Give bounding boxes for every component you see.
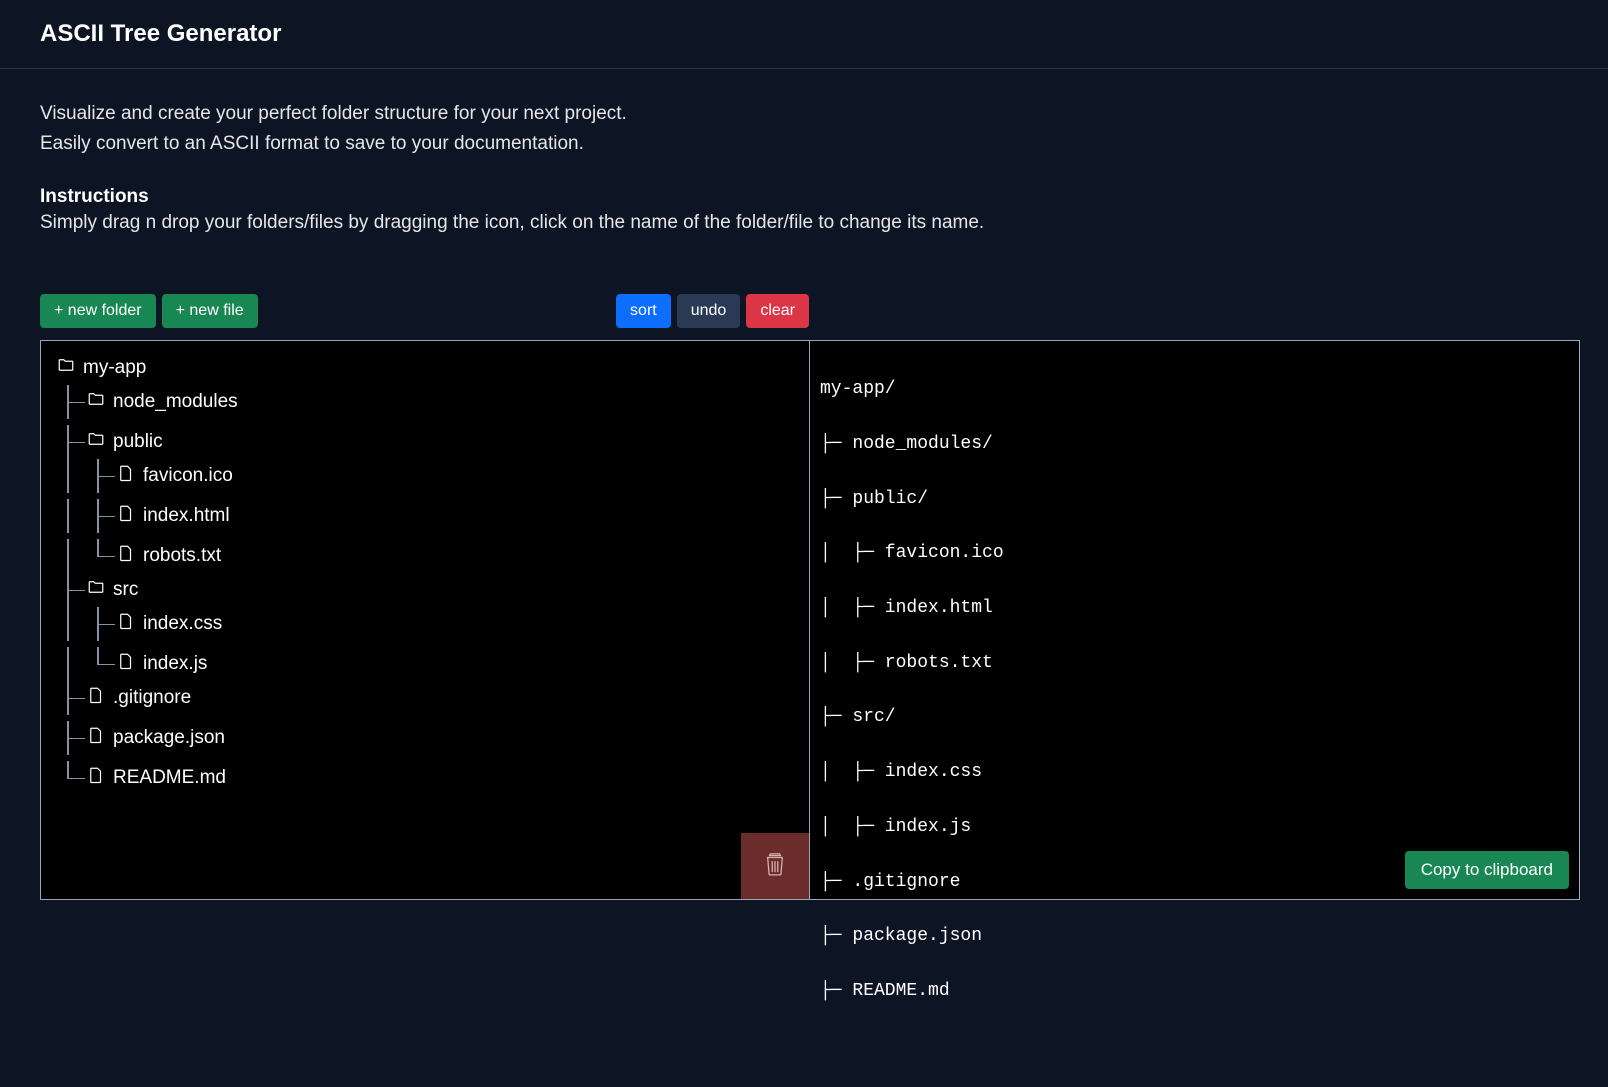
instructions-body: Simply drag n drop your folders/files by… [40, 212, 1568, 234]
folder-icon [87, 430, 105, 454]
tree-item-file[interactable]: README.md [57, 761, 793, 795]
tree-editor-panel: my-app node_modules public [41, 341, 810, 899]
copy-to-clipboard-button[interactable]: Copy to clipboard [1405, 851, 1569, 889]
ascii-output-panel: my-app/ ├─ node_modules/ ├─ public/ │ ├─… [810, 341, 1579, 899]
folder-icon [87, 578, 105, 602]
ascii-line: ├─ package.json [820, 923, 1569, 950]
new-file-button[interactable]: + new file [162, 294, 258, 328]
tree-label[interactable]: public [113, 431, 163, 453]
folder-icon [57, 356, 75, 380]
tree-item-folder[interactable]: public [57, 425, 793, 459]
instructions-heading: Instructions [40, 186, 1568, 208]
ascii-line: │ ├─ index.js [820, 814, 1569, 841]
tree-label[interactable]: README.md [113, 767, 226, 789]
ascii-line: my-app/ [820, 376, 1569, 403]
ascii-line: ├─ src/ [820, 704, 1569, 731]
tree-item-folder[interactable]: src [57, 573, 793, 607]
new-folder-button[interactable]: + new folder [40, 294, 156, 328]
tree-item-folder[interactable]: node_modules [57, 385, 793, 419]
ascii-line: │ ├─ favicon.ico [820, 540, 1569, 567]
file-icon [87, 686, 105, 710]
tree-label[interactable]: favicon.ico [143, 465, 233, 487]
folder-icon [87, 390, 105, 414]
sort-button[interactable]: sort [616, 294, 671, 328]
tree-item-file[interactable]: .gitignore [57, 681, 793, 715]
tree-label[interactable]: node_modules [113, 391, 238, 413]
ascii-line: │ ├─ index.html [820, 595, 1569, 622]
tree-item-file[interactable]: favicon.ico [57, 459, 793, 493]
tree-item-file[interactable]: robots.txt [57, 539, 793, 573]
tree-label[interactable]: index.html [143, 505, 230, 527]
tree-item-root[interactable]: my-app [57, 351, 793, 385]
file-icon [117, 612, 135, 636]
tree-item-file[interactable]: index.html [57, 499, 793, 533]
app-header: ASCII Tree Generator [0, 0, 1608, 69]
tree-label[interactable]: package.json [113, 727, 225, 749]
tree-item-file[interactable]: index.js [57, 647, 793, 681]
undo-button[interactable]: undo [677, 294, 741, 328]
tree-label[interactable]: my-app [83, 357, 146, 379]
file-icon [117, 504, 135, 528]
clear-button[interactable]: clear [746, 294, 809, 328]
file-icon [117, 464, 135, 488]
file-icon [117, 544, 135, 568]
tree-label[interactable]: .gitignore [113, 687, 191, 709]
ascii-line: │ ├─ index.css [820, 759, 1569, 786]
ascii-line: ├─ node_modules/ [820, 431, 1569, 458]
file-icon [87, 766, 105, 790]
toolbar: + new folder + new file sort undo clear [40, 294, 809, 328]
ascii-line: │ ├─ robots.txt [820, 650, 1569, 677]
tree-label[interactable]: index.css [143, 613, 222, 635]
trash-icon [764, 850, 786, 882]
tree-label[interactable]: src [113, 579, 138, 601]
main-content: Visualize and create your perfect folder… [0, 69, 1608, 930]
tree-item-file[interactable]: index.css [57, 607, 793, 641]
file-icon [117, 652, 135, 676]
ascii-line: ├─ public/ [820, 486, 1569, 513]
page-title: ASCII Tree Generator [40, 20, 1568, 48]
trash-dropzone[interactable] [741, 833, 809, 899]
tree-label[interactable]: index.js [143, 653, 207, 675]
intro-text: Visualize and create your perfect folder… [40, 99, 1568, 160]
file-icon [87, 726, 105, 750]
ascii-line: ├─ README.md [820, 978, 1569, 1005]
editor-panels: my-app node_modules public [40, 340, 1580, 900]
tree-label[interactable]: robots.txt [143, 545, 221, 567]
tree-item-file[interactable]: package.json [57, 721, 793, 755]
